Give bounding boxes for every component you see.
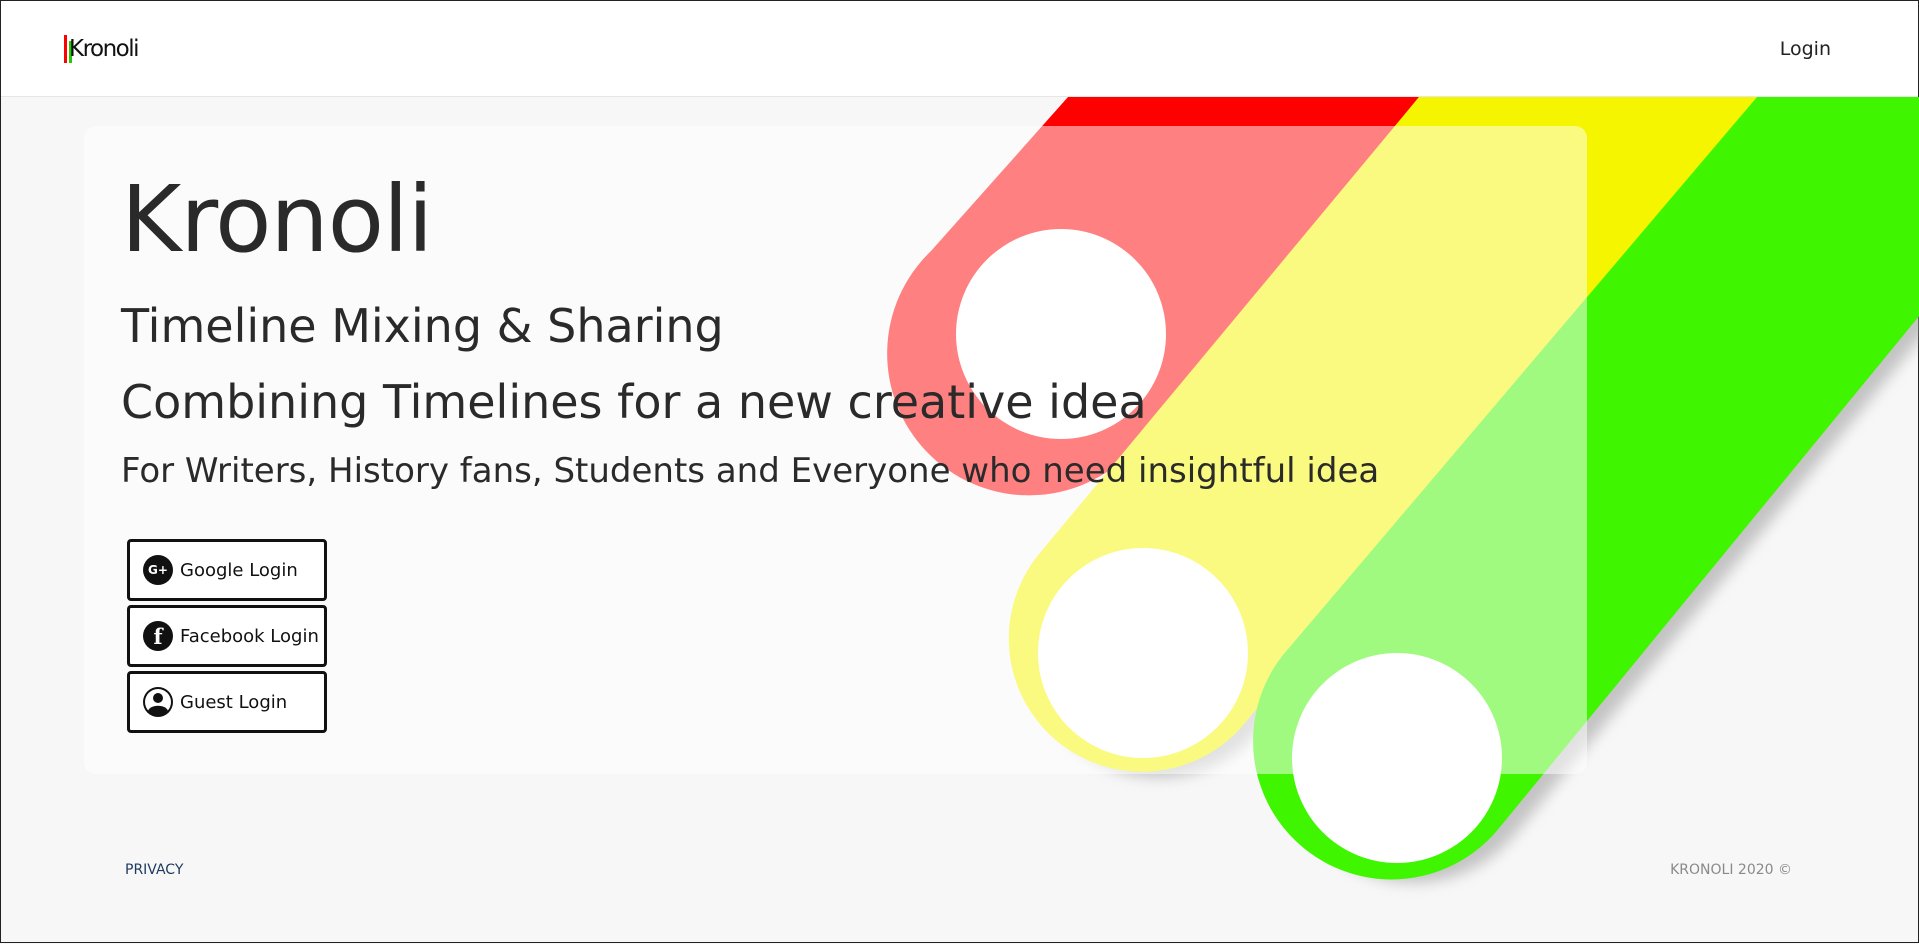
guest-login-label: Guest Login (180, 691, 288, 713)
nav-login-link[interactable]: Login (1780, 38, 1831, 60)
hero-title: Kronoli (121, 166, 433, 273)
logo-text: Kronoli (69, 36, 140, 62)
facebook-icon: f (143, 621, 173, 651)
hero-card: Kronoli Timeline Mixing & Sharing Combin… (84, 126, 1587, 774)
hero-subtitle-1: Timeline Mixing & Sharing (121, 299, 724, 353)
top-navbar: Kronoli Login (1, 1, 1918, 97)
kronoli-logo[interactable]: Kronoli (64, 34, 140, 64)
facebook-login-label: Facebook Login (180, 625, 319, 647)
logo-red-bar (64, 35, 67, 63)
google-plus-icon: G+ (143, 555, 173, 585)
facebook-login-button[interactable]: f Facebook Login (127, 605, 327, 667)
google-login-label: Google Login (180, 559, 298, 581)
user-icon (143, 687, 173, 717)
privacy-link[interactable]: PRIVACY (125, 862, 183, 878)
hero-subtitle-3: For Writers, History fans, Students and … (121, 451, 1380, 491)
copyright-text: KRONOLI 2020 © (1670, 862, 1792, 878)
google-login-button[interactable]: G+ Google Login (127, 539, 327, 601)
hero-subtitle-2: Combining Timelines for a new creative i… (121, 375, 1147, 429)
guest-login-button[interactable]: Guest Login (127, 671, 327, 733)
